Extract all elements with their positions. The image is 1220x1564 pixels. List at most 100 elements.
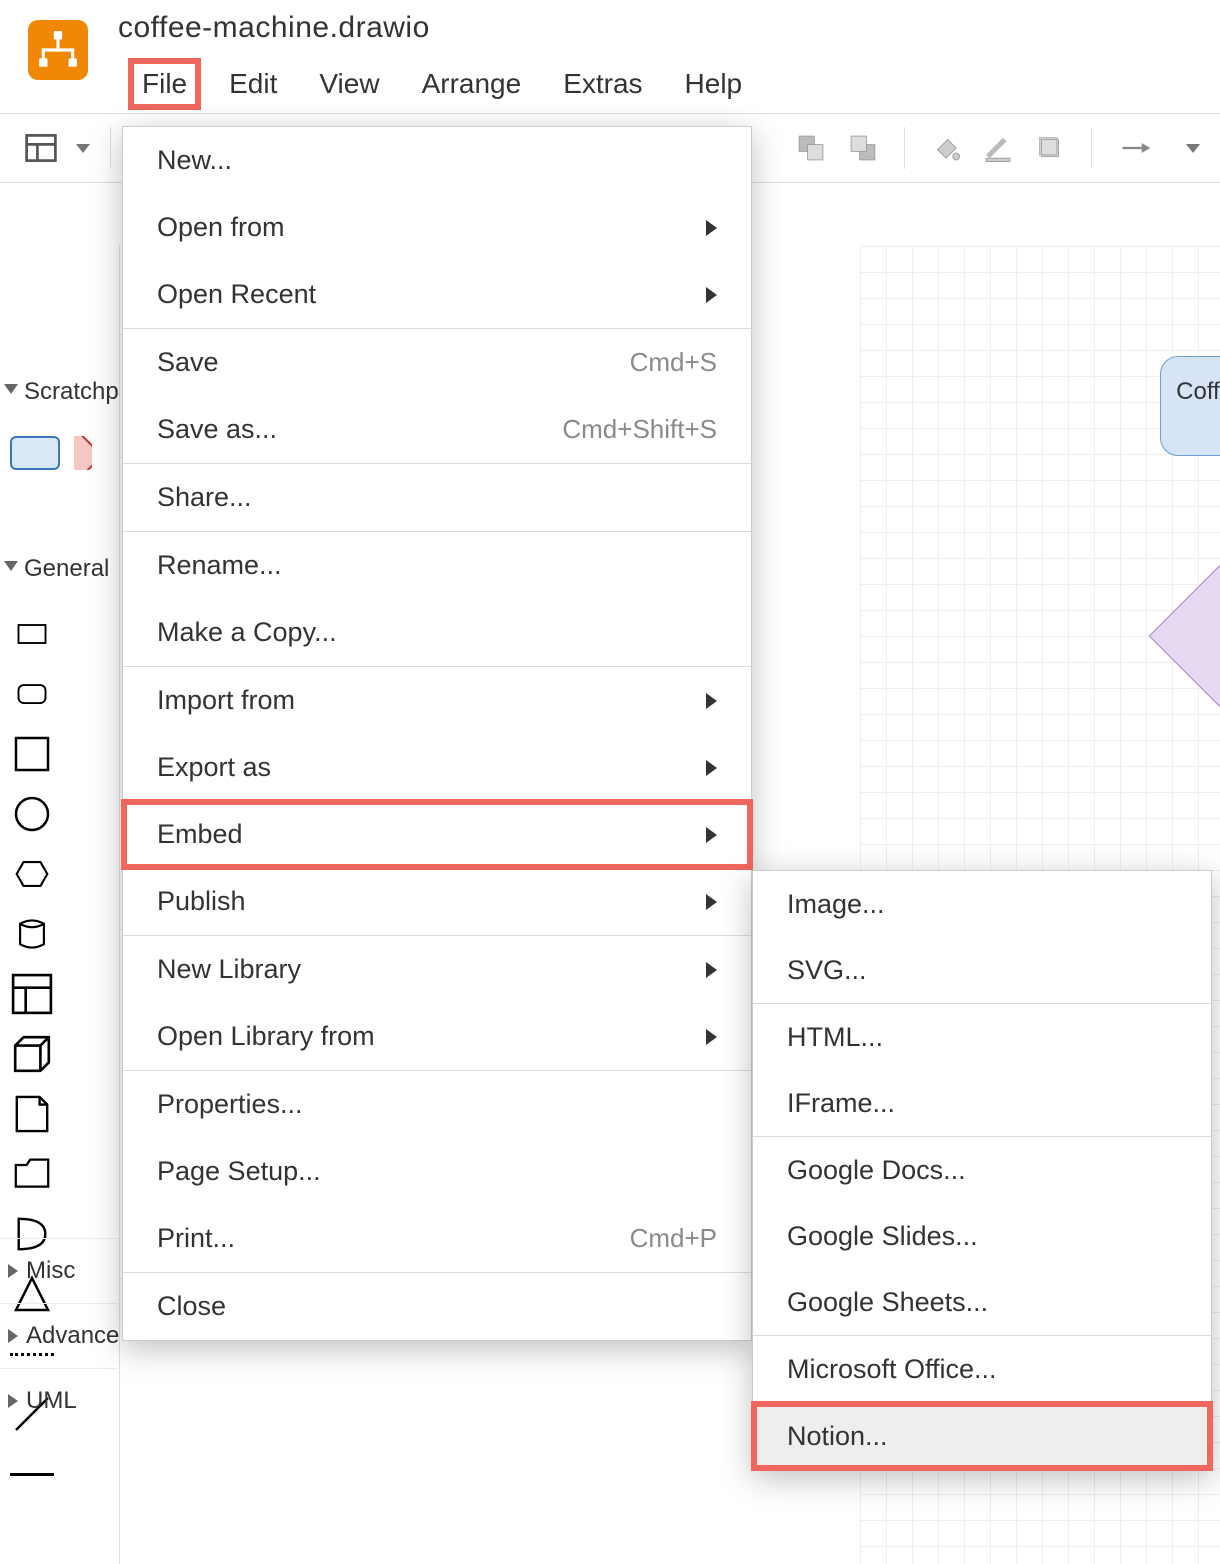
shape-cube[interactable] [8,1030,56,1078]
embed-gslides-label: Google Slides... [787,1221,978,1252]
file-publish[interactable]: Publish [123,868,751,935]
scratch-shape-diamond[interactable] [74,436,92,470]
embed-svg-label: SVG... [787,955,867,986]
file-open-library-label: Open Library from [157,1021,375,1052]
file-new-library[interactable]: New Library [123,936,751,1003]
file-rename-label: Rename... [157,550,282,581]
embed-html[interactable]: HTML... [753,1004,1211,1070]
flow-node-decision-label: Powered [1191,537,1220,735]
shape-note[interactable] [8,1090,56,1138]
file-save-label: Save [157,347,219,378]
embed-notion[interactable]: Notion... [753,1403,1211,1469]
general-header[interactable]: General [0,545,120,593]
sidebar-toggle-icon[interactable] [20,127,62,169]
file-share[interactable]: Share... [123,464,751,531]
menu-view[interactable]: View [309,62,389,106]
scratch-shape-rect[interactable] [10,436,60,470]
shape-square[interactable] [8,730,56,778]
to-back-icon[interactable] [842,127,884,169]
category-label: UML [26,1387,77,1415]
file-make-copy-label: Make a Copy... [157,617,337,648]
menu-edit[interactable]: Edit [219,62,287,106]
file-close-label: Close [157,1291,226,1322]
file-print[interactable]: Print... Cmd+P [123,1205,751,1272]
embed-google-sheets[interactable]: Google Sheets... [753,1269,1211,1335]
shadow-icon[interactable] [1029,127,1071,169]
embed-gdocs-label: Google Docs... [787,1155,966,1186]
file-open-from[interactable]: Open from [123,194,751,261]
file-dropdown: New... Open from Open Recent SaveCmd+S S… [122,126,752,1341]
connection-caret-icon[interactable] [1186,144,1200,153]
embed-iframe-label: IFrame... [787,1088,895,1119]
file-save[interactable]: SaveCmd+S [123,329,751,396]
file-new-label: New... [157,145,232,176]
file-rename[interactable]: Rename... [123,532,751,599]
shape-cylinder[interactable] [8,910,56,958]
sidebar-toggle-caret-icon[interactable] [76,144,90,153]
document-title[interactable]: coffee-machine.drawio [118,11,430,45]
menu-file[interactable]: File [132,62,197,106]
fill-color-icon[interactable] [925,127,967,169]
file-open-library[interactable]: Open Library from [123,1003,751,1070]
category-label: Misc [26,1257,75,1285]
file-embed[interactable]: Embed [123,801,751,868]
scratchpad-header[interactable]: Scratchpad [0,368,120,416]
shape-circle[interactable] [8,790,56,838]
file-close[interactable]: Close [123,1273,751,1340]
embed-ms-office[interactable]: Microsoft Office... [753,1336,1211,1402]
chevron-right-icon [706,1029,717,1045]
menu-arrange[interactable]: Arrange [412,62,532,106]
shape-rounded[interactable] [8,670,56,718]
embed-google-docs[interactable]: Google Docs... [753,1137,1211,1203]
app-logo [28,20,88,80]
general-label: General [24,555,109,583]
chevron-right-icon [706,894,717,910]
shape-table[interactable] [8,970,56,1018]
embed-image[interactable]: Image... [753,871,1211,937]
embed-html-label: HTML... [787,1022,883,1053]
shape-solid-line[interactable] [8,1450,56,1498]
chevron-right-icon [8,1329,18,1343]
category-advanced[interactable]: Advanced [0,1303,120,1368]
file-import-from-label: Import from [157,685,295,716]
shape-hex[interactable] [8,850,56,898]
file-new-library-label: New Library [157,954,301,985]
embed-notion-label: Notion... [787,1421,888,1452]
chevron-right-icon [706,827,717,843]
chevron-down-icon [4,561,18,578]
connection-style-icon[interactable] [1112,127,1172,169]
menu-help[interactable]: Help [675,62,753,106]
file-export-as[interactable]: Export as [123,734,751,801]
file-page-setup[interactable]: Page Setup... [123,1138,751,1205]
chevron-right-icon [8,1264,18,1278]
chevron-right-icon [706,693,717,709]
title-bar: coffee-machine.drawio [0,0,1220,55]
embed-submenu: Image... SVG... HTML... IFrame... Google… [752,870,1212,1470]
shape-rect[interactable] [8,610,56,658]
file-print-shortcut: Cmd+P [630,1223,717,1254]
file-make-copy[interactable]: Make a Copy... [123,599,751,666]
chevron-right-icon [706,760,717,776]
file-save-as[interactable]: Save as...Cmd+Shift+S [123,396,751,463]
file-new[interactable]: New... [123,127,751,194]
file-export-as-label: Export as [157,752,271,783]
flow-node-start[interactable]: Coffee machine not working [1160,356,1220,456]
category-uml[interactable]: UML [0,1368,120,1433]
to-front-icon[interactable] [790,127,832,169]
menu-extras[interactable]: Extras [553,62,652,106]
file-page-setup-label: Page Setup... [157,1156,321,1187]
file-print-label: Print... [157,1223,235,1254]
file-open-recent[interactable]: Open Recent [123,261,751,328]
category-misc[interactable]: Misc [0,1238,120,1303]
embed-svg[interactable]: SVG... [753,937,1211,1003]
embed-iframe[interactable]: IFrame... [753,1070,1211,1136]
line-color-icon[interactable] [977,127,1019,169]
file-import-from[interactable]: Import from [123,667,751,734]
chevron-right-icon [706,287,717,303]
embed-google-slides[interactable]: Google Slides... [753,1203,1211,1269]
chevron-down-icon [4,384,18,401]
toolbar-separator [110,127,111,169]
shape-folder[interactable] [8,1150,56,1198]
file-properties[interactable]: Properties... [123,1071,751,1138]
file-save-as-label: Save as... [157,414,277,445]
